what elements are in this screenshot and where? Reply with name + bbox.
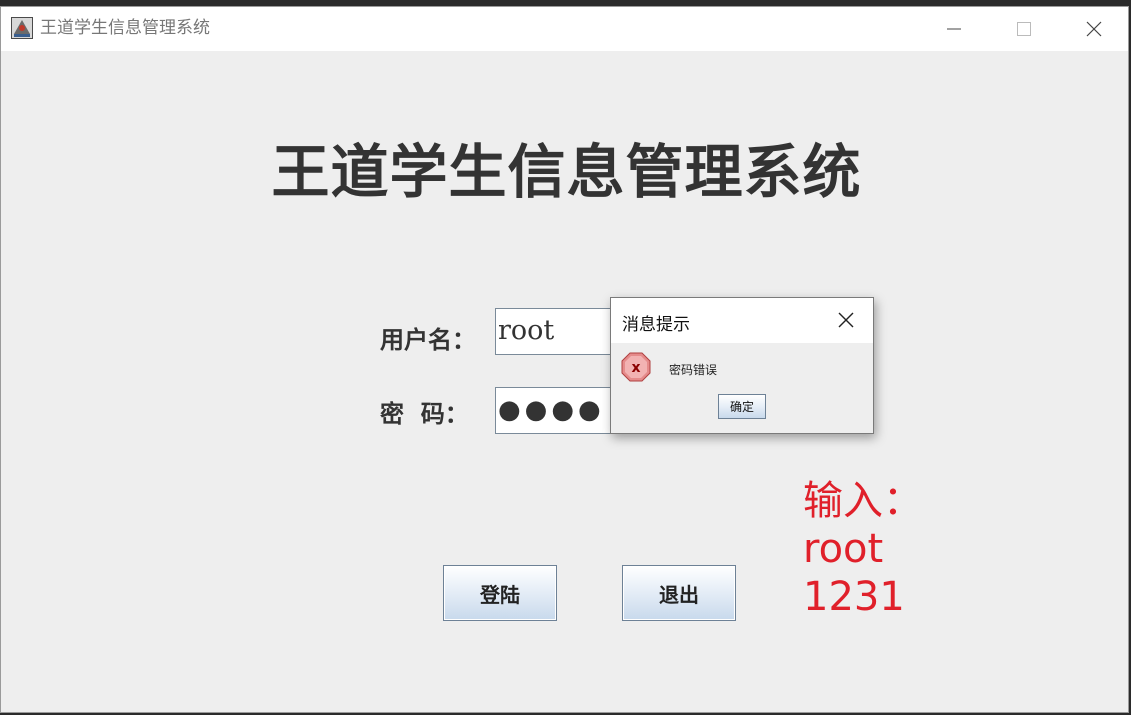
title-bar[interactable]: 王道学生信息管理系统 [1,7,1128,51]
maximize-button[interactable] [989,7,1059,51]
page-title: 王道学生信息管理系统 [271,138,862,206]
annotation-line-3: 1231 [803,574,905,620]
username-label: 用户名： [380,326,476,354]
login-button[interactable]: 登陆 [443,565,557,621]
dialog-close-icon[interactable] [835,309,857,331]
annotation-line-2: root [803,526,884,572]
message-dialog: 消息提示 x 密码错误 确定 [610,297,874,434]
close-icon [1086,21,1102,37]
app-window: 王道学生信息管理系统 王道学生信息管理系统 用户名： root 密 码： ●●●… [0,6,1129,713]
close-button[interactable] [1059,7,1129,51]
java-app-icon [11,17,33,39]
maximize-icon [1017,22,1031,36]
password-label: 密 码： [380,400,469,428]
minimize-button[interactable] [919,7,989,51]
svg-text:x: x [631,360,640,376]
error-icon: x [621,352,651,382]
minimize-icon [947,28,961,30]
dialog-title-bar[interactable]: 消息提示 [611,298,873,343]
exit-button[interactable]: 退出 [622,565,736,621]
dialog-title: 消息提示 [622,315,690,335]
dialog-message: 密码错误 [669,363,718,377]
dialog-ok-button[interactable]: 确定 [718,394,766,419]
annotation-line-1: 输入： [803,478,923,524]
window-title: 王道学生信息管理系统 [40,18,210,38]
red-annotation: 输入： root 1231 [803,477,923,621]
